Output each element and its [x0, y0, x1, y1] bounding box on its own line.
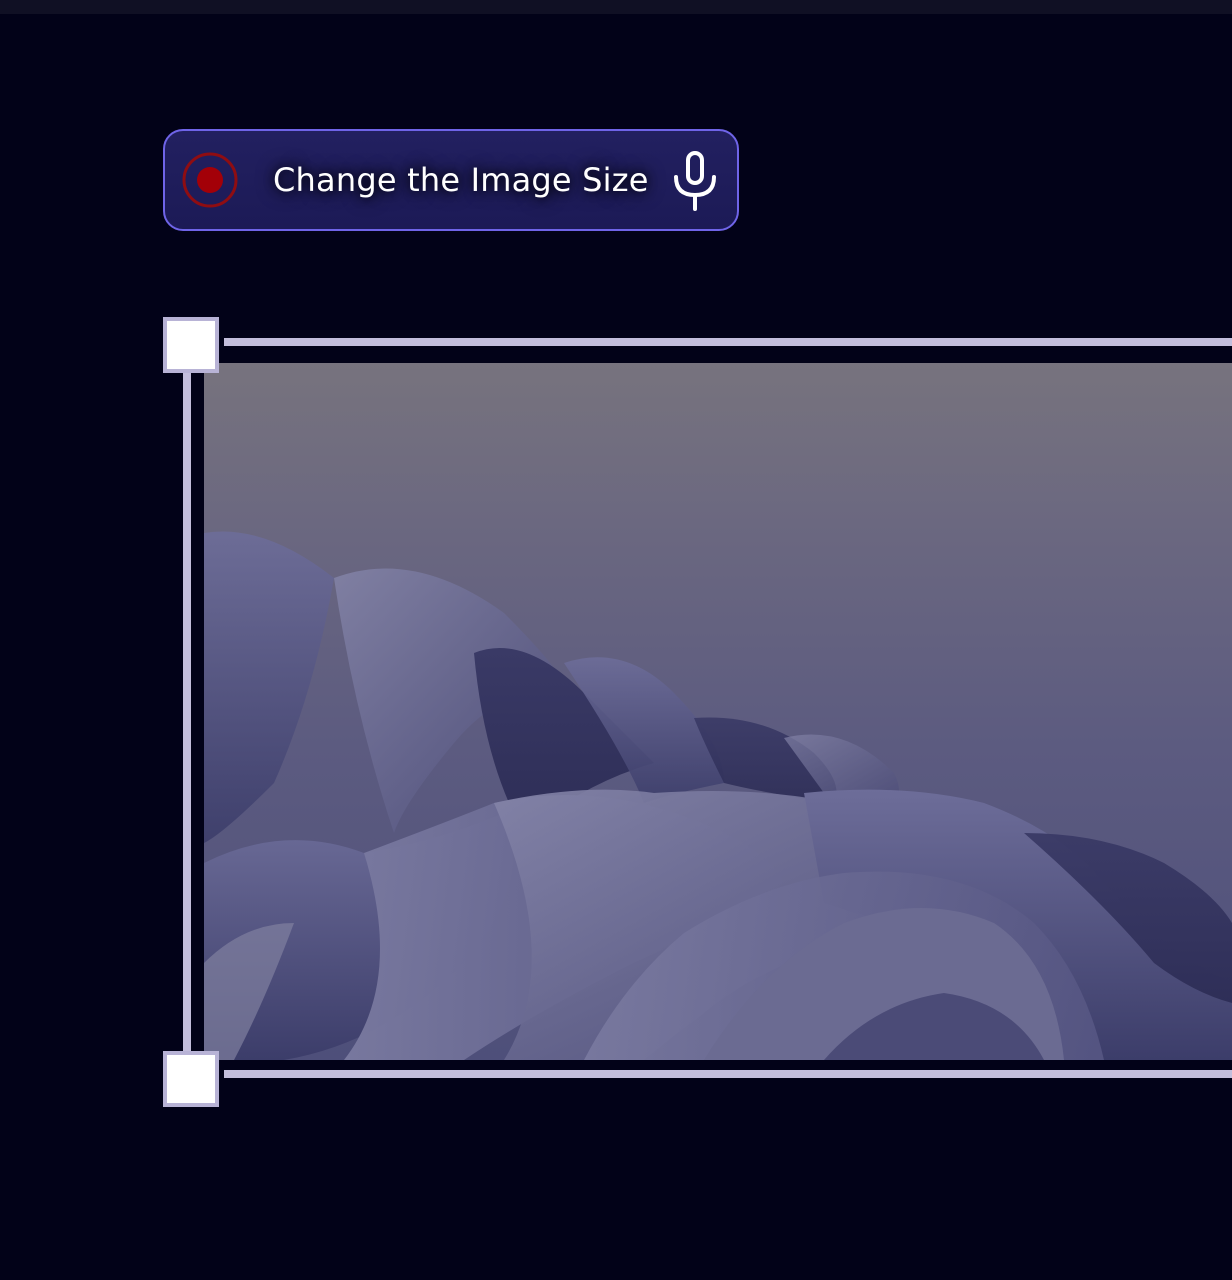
- resize-handle-bottom-left[interactable]: [163, 1051, 219, 1107]
- voice-command-text: Change the Image Size: [273, 161, 649, 199]
- selection-border-top: [224, 338, 1232, 346]
- microphone-icon[interactable]: [667, 149, 723, 213]
- voice-command-bar[interactable]: Change the Image Size: [163, 129, 739, 231]
- resize-handle-top-left[interactable]: [163, 317, 219, 373]
- record-icon[interactable]: [182, 152, 238, 208]
- wallpaper-image[interactable]: [204, 363, 1232, 1060]
- top-bar: [0, 0, 1232, 14]
- selection-border-bottom: [224, 1070, 1232, 1078]
- selection-border-left: [183, 370, 191, 1052]
